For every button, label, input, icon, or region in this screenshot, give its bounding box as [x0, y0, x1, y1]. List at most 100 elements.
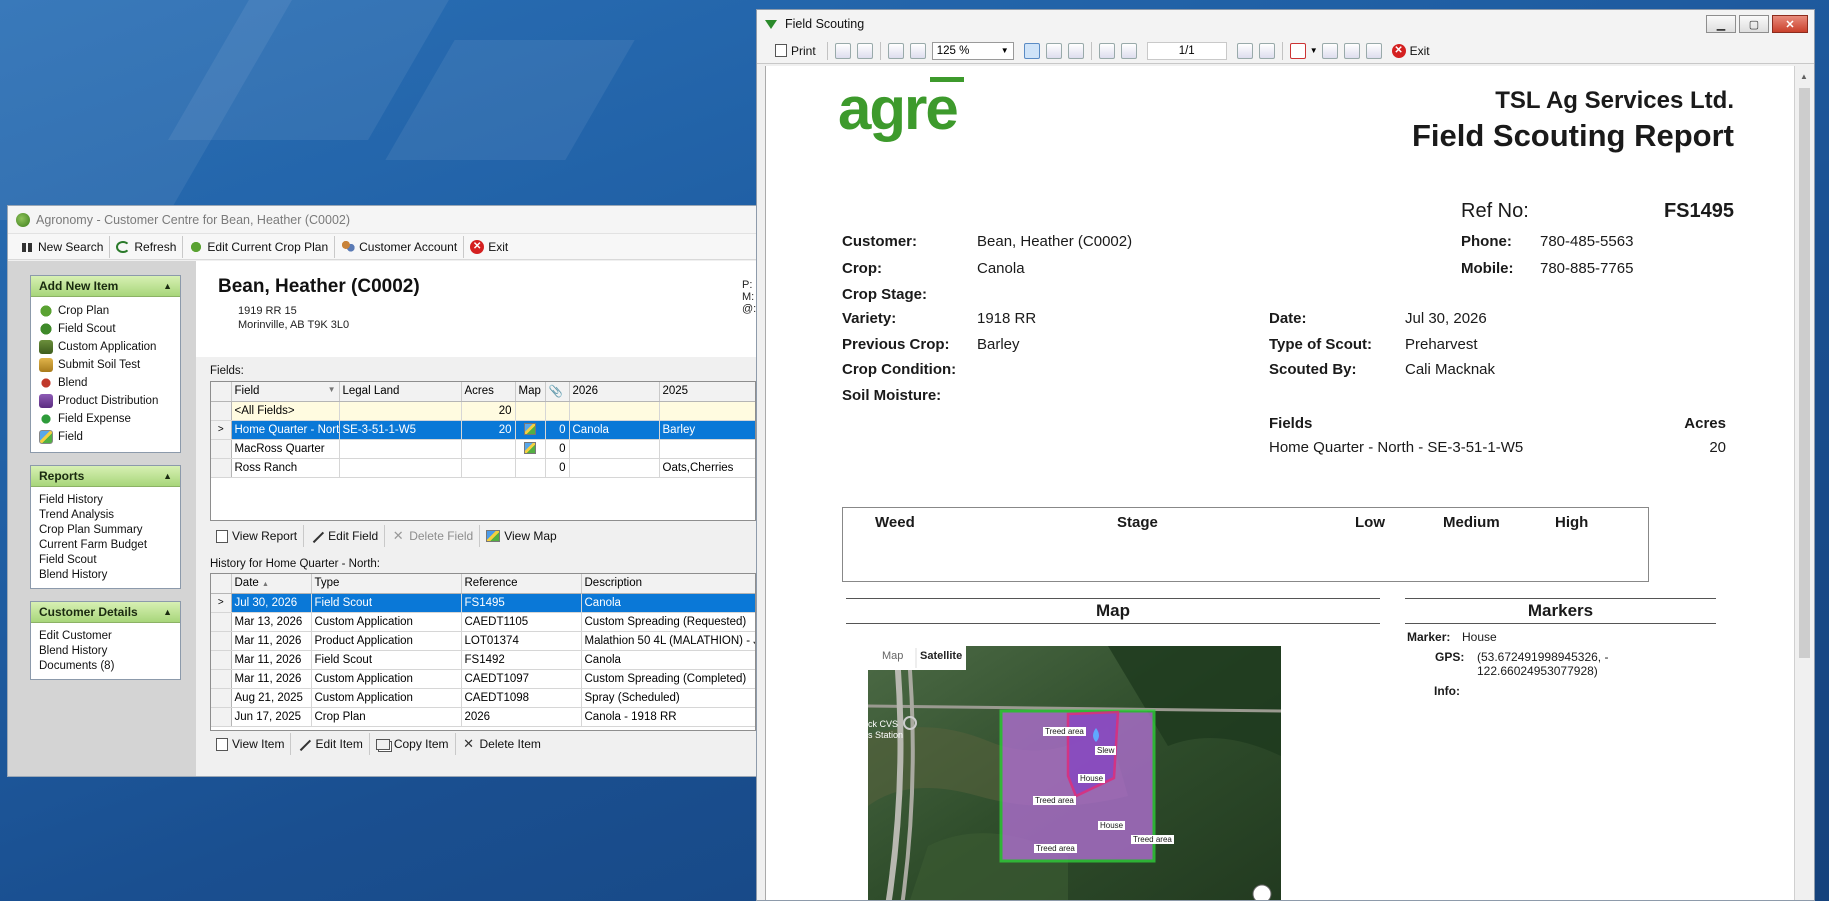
- view-report-button[interactable]: View Report: [210, 525, 305, 547]
- edit-crop-plan-button[interactable]: Edit Current Crop Plan: [183, 235, 336, 258]
- col-description[interactable]: Description: [581, 574, 755, 594]
- col-field[interactable]: Field ▼: [231, 382, 340, 402]
- delete-field-button[interactable]: ✕ Delete Field: [385, 525, 481, 547]
- history-label: History for Home Quarter - North:: [210, 558, 380, 570]
- report-field-history[interactable]: Field History: [39, 492, 172, 507]
- collapse-icon[interactable]: ▲: [163, 471, 172, 481]
- scroll-up-icon[interactable]: ▲: [1800, 72, 1808, 81]
- map-icon[interactable]: [524, 423, 536, 436]
- col-map[interactable]: Map: [515, 382, 546, 402]
- table-row[interactable]: Mar 13, 2026 Custom Application CAEDT1105 C…: [211, 612, 755, 632]
- map-icon[interactable]: [524, 442, 536, 455]
- col-2025[interactable]: 2025: [659, 382, 755, 402]
- table-row[interactable]: > Home Quarter - North SE-3-51-1-W5 20 0…: [211, 420, 755, 440]
- edit-customer-link[interactable]: Edit Customer: [39, 628, 172, 643]
- zoom-select[interactable]: 125 % ▼: [931, 41, 1014, 60]
- edit-icon[interactable]: [1343, 42, 1360, 59]
- pdf-export-icon[interactable]: [1289, 42, 1306, 59]
- reports-header[interactable]: Reports ▲: [31, 466, 180, 487]
- continuous-page-icon[interactable]: [1045, 42, 1062, 59]
- col-acres[interactable]: Acres: [461, 382, 516, 402]
- scroll-thumb[interactable]: [1799, 88, 1810, 658]
- email-icon[interactable]: [1365, 42, 1382, 59]
- blend-history-link[interactable]: Blend History: [39, 643, 172, 658]
- table-row[interactable]: Aug 21, 2025 Custom Application CAEDT1098 S…: [211, 688, 755, 708]
- close-button[interactable]: ✕: [1772, 15, 1808, 33]
- add-field-scout[interactable]: Field Scout: [39, 320, 172, 338]
- report-crop-plan-summary[interactable]: Crop Plan Summary: [39, 522, 172, 537]
- phone-value: 780-485-5563: [1540, 233, 1634, 250]
- window-title: Agronomy - Customer Centre for Bean, Hea…: [36, 212, 351, 227]
- table-row[interactable]: Jun 17, 2025 Crop Plan 2026 Canola - 1918 R…: [211, 707, 755, 727]
- delete-item-button[interactable]: ✕ Delete Item: [456, 733, 547, 755]
- minimize-button[interactable]: ▁: [1706, 15, 1736, 33]
- add-soil-test[interactable]: Submit Soil Test: [39, 356, 172, 374]
- multi-page-icon[interactable]: [1067, 42, 1084, 59]
- table-row[interactable]: > Jul 30, 2026 Field Scout FS1495 Canola: [211, 593, 755, 613]
- copy-icon[interactable]: [834, 42, 851, 59]
- customer-account-button[interactable]: Customer Account: [335, 235, 465, 258]
- satellite-tab[interactable]: Satellite: [920, 650, 962, 662]
- collapse-icon[interactable]: ▲: [163, 607, 172, 617]
- add-field-expense[interactable]: Field Expense: [39, 410, 172, 428]
- prev-page-icon[interactable]: [1120, 42, 1137, 59]
- customer-details-header[interactable]: Customer Details ▲: [31, 602, 180, 623]
- variety-label: Variety:: [842, 310, 897, 327]
- agronomy-title-bar[interactable]: Agronomy - Customer Centre for Bean, Hea…: [8, 206, 756, 234]
- report-blend-history[interactable]: Blend History: [39, 567, 172, 582]
- add-crop-plan[interactable]: Crop Plan: [39, 302, 172, 320]
- map-marker-label: Treed area: [1043, 727, 1086, 736]
- zoom-out-icon[interactable]: [909, 42, 926, 59]
- agronomy-window: Agronomy - Customer Centre for Bean, Hea…: [7, 205, 757, 777]
- documents-link[interactable]: Documents (8): [39, 658, 172, 673]
- refresh-button[interactable]: Refresh: [110, 235, 184, 258]
- add-blend[interactable]: Blend: [39, 374, 172, 392]
- table-row[interactable]: Mar 11, 2026 Product Application LOT01374 M…: [211, 631, 755, 651]
- print-button[interactable]: Print: [769, 40, 822, 62]
- report-exit-button[interactable]: ✕ Exit: [1386, 40, 1436, 62]
- col-date[interactable]: Date ▲: [231, 574, 312, 594]
- report-current-farm-budget[interactable]: Current Farm Budget: [39, 537, 172, 552]
- col-legal-land[interactable]: Legal Land: [339, 382, 462, 402]
- scout-title-bar[interactable]: Field Scouting: [757, 10, 1814, 38]
- collapse-icon[interactable]: ▲: [163, 281, 172, 291]
- view-item-button[interactable]: View Item: [210, 733, 292, 755]
- col-reference[interactable]: Reference: [461, 574, 582, 594]
- col-attachments[interactable]: 📎: [545, 382, 570, 402]
- add-new-item-header[interactable]: Add New Item ▲: [31, 276, 180, 297]
- report-field-scout[interactable]: Field Scout: [39, 552, 172, 567]
- table-row[interactable]: Mar 11, 2026 Custom Application CAEDT1097 C…: [211, 669, 755, 689]
- new-search-button[interactable]: New Search: [14, 235, 111, 258]
- map-tab[interactable]: Map: [882, 650, 903, 662]
- report-scrollbar[interactable]: ▲: [1794, 66, 1814, 900]
- add-custom-application[interactable]: Custom Application: [39, 338, 172, 356]
- find-icon[interactable]: [856, 42, 873, 59]
- last-page-icon[interactable]: [1258, 42, 1275, 59]
- marker-value: House: [1462, 630, 1497, 644]
- maximize-button[interactable]: ▢: [1739, 15, 1769, 33]
- page-number-input[interactable]: 1/1: [1146, 41, 1227, 60]
- table-row[interactable]: Ross Ranch 0 Oats,Cherries: [211, 458, 755, 478]
- first-page-icon[interactable]: [1098, 42, 1115, 59]
- add-product-distribution[interactable]: Product Distribution: [39, 392, 172, 410]
- exit-button[interactable]: ✕ Exit: [464, 236, 514, 258]
- table-row[interactable]: Mar 11, 2026 Field Scout FS1492 Canola: [211, 650, 755, 670]
- col-2026[interactable]: 2026: [569, 382, 660, 402]
- export-icon[interactable]: [1321, 42, 1338, 59]
- chevron-down-icon[interactable]: ▼: [1310, 46, 1318, 55]
- table-row[interactable]: MacRoss Quarter 0: [211, 439, 755, 459]
- add-field[interactable]: Field: [39, 428, 172, 446]
- satellite-map[interactable]: Map Satellite ck CVS s Station Treed are…: [868, 646, 1281, 900]
- edit-field-button[interactable]: Edit Field: [304, 525, 386, 547]
- edit-item-button[interactable]: Edit Item: [291, 733, 370, 755]
- next-page-icon[interactable]: [1236, 42, 1253, 59]
- view-icon: [216, 737, 228, 751]
- single-page-icon[interactable]: [1023, 42, 1040, 59]
- report-trend-analysis[interactable]: Trend Analysis: [39, 507, 172, 522]
- zoom-in-icon[interactable]: [887, 42, 904, 59]
- all-fields-row[interactable]: <All Fields> 20: [211, 401, 755, 421]
- col-type[interactable]: Type: [311, 574, 462, 594]
- copy-item-button[interactable]: Copy Item: [370, 733, 456, 755]
- view-map-button[interactable]: View Map: [480, 525, 562, 547]
- window-controls: ▁ ▢ ✕: [1706, 15, 1808, 33]
